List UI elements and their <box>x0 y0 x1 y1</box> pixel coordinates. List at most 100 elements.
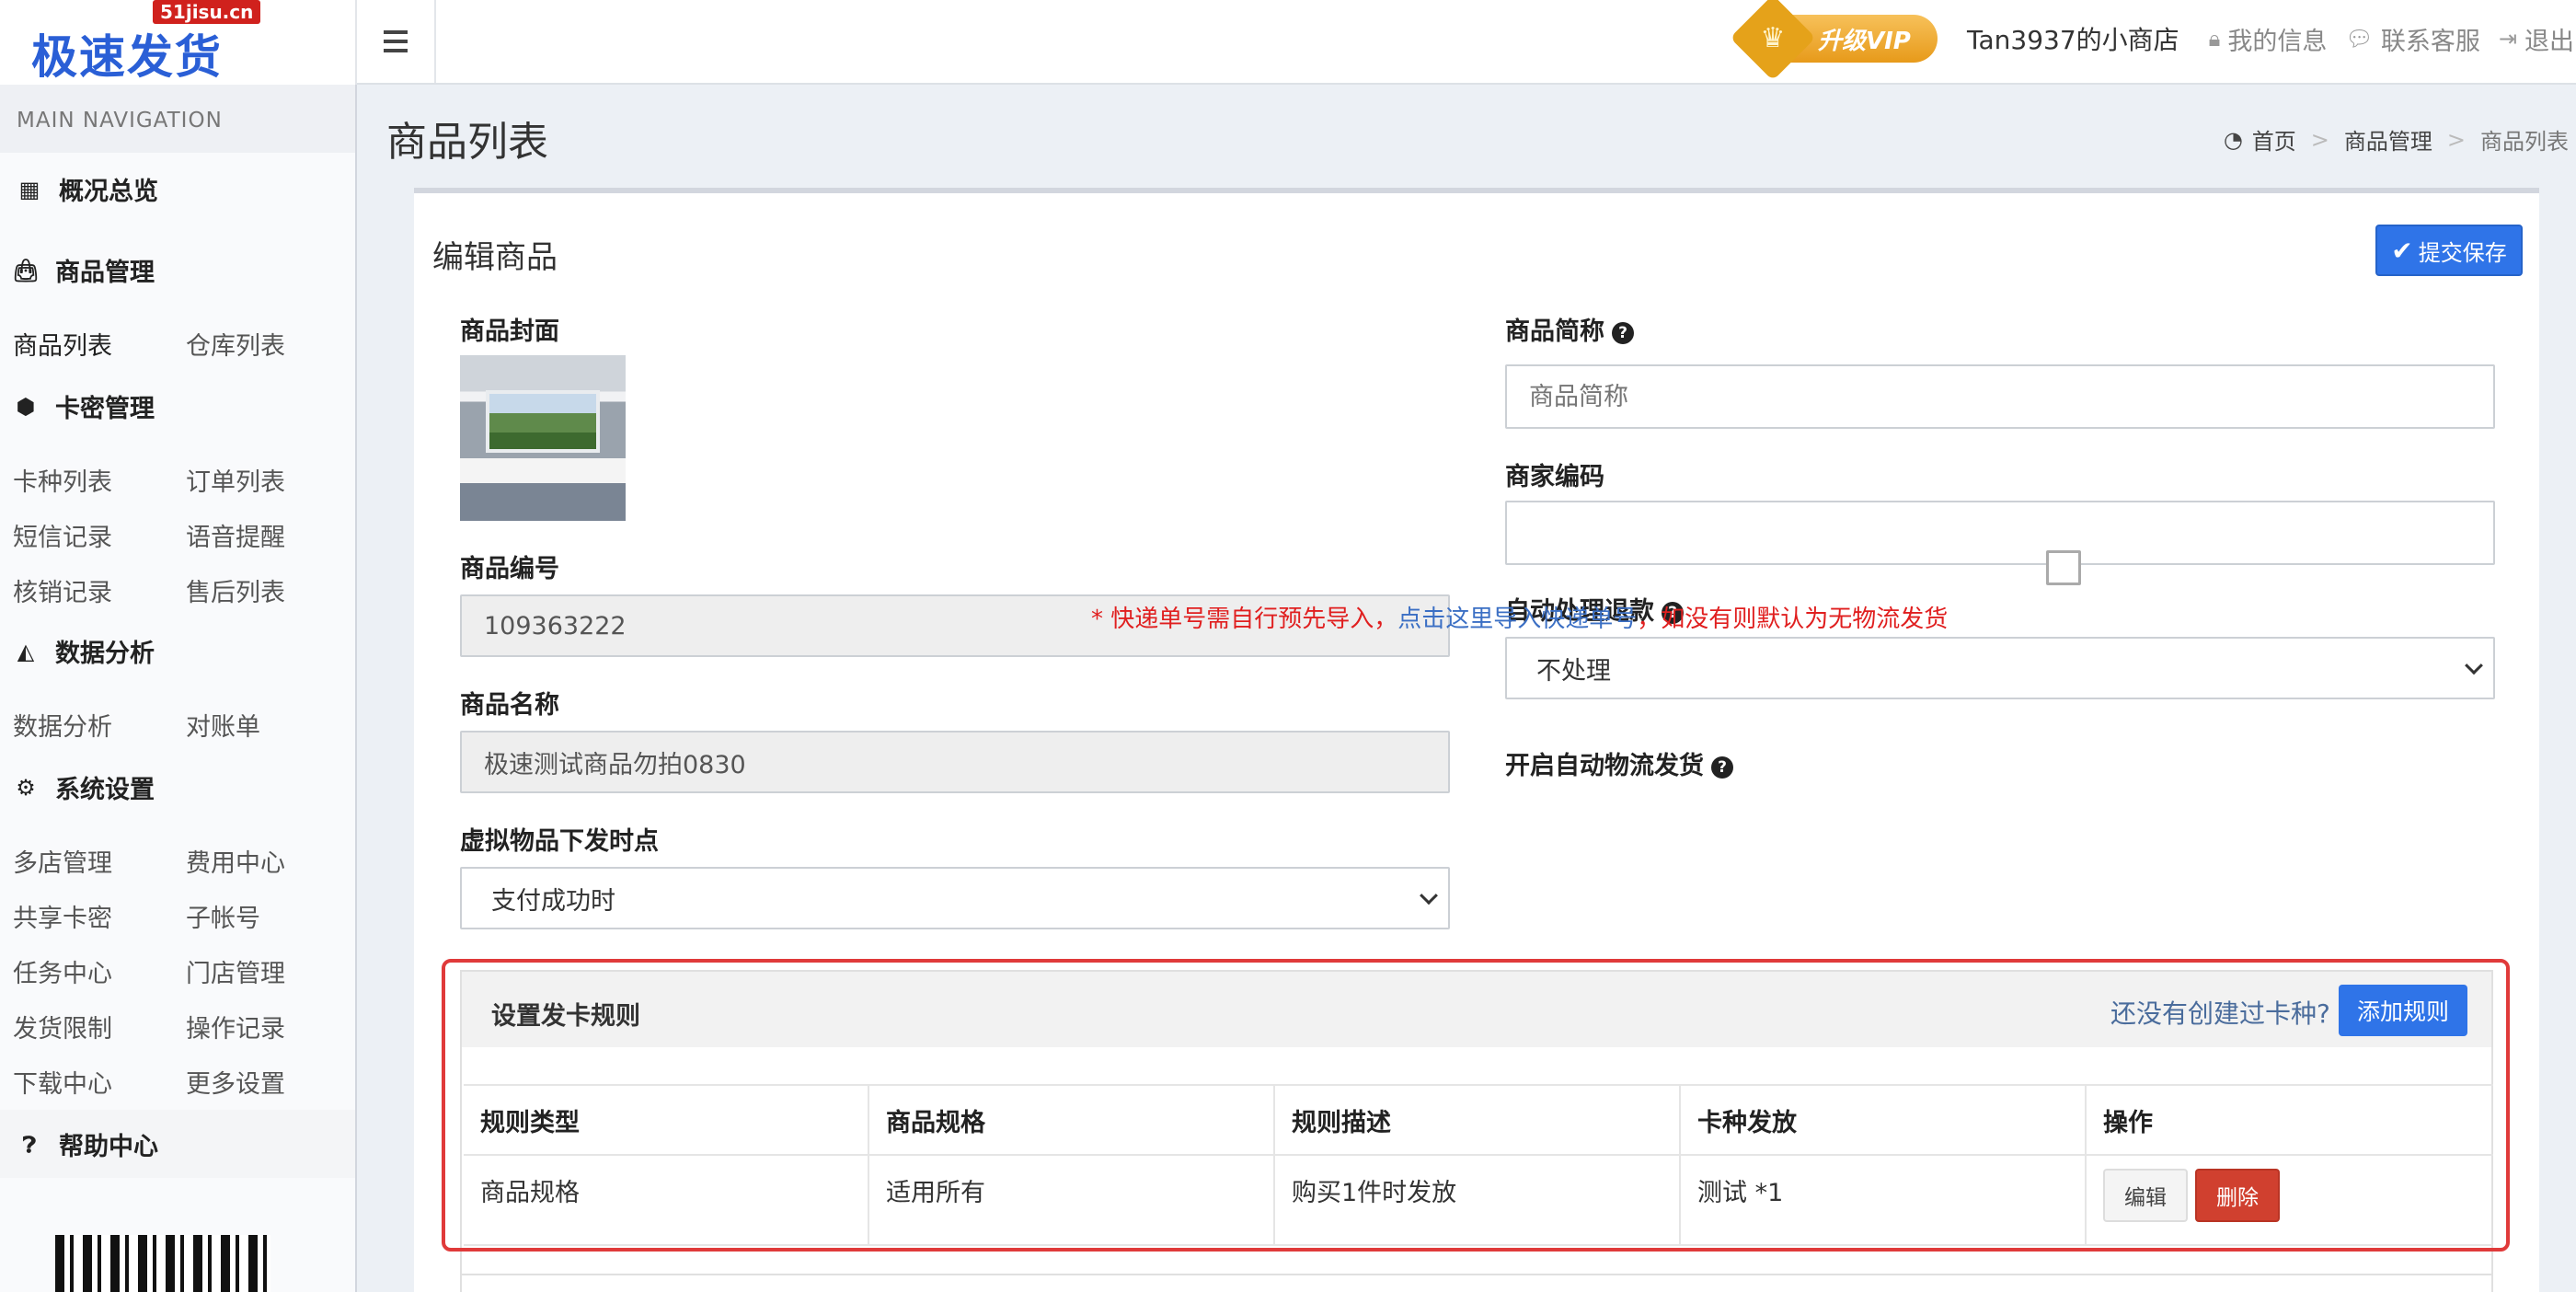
sidebar-item-sub-accounts[interactable]: 子帐号 <box>186 898 260 934</box>
sidebar-section-label: 数据分析 <box>55 640 155 668</box>
question-circle-icon: ❓︎ <box>22 1131 37 1158</box>
ship-note: * 快递单号需自行预先导入，点击这里导入快递单号，如没有则默认为无物流发货 <box>1091 600 1948 634</box>
sidebar-item-downloads[interactable]: 下载中心 <box>13 1064 112 1100</box>
question-icon[interactable]: ? <box>1612 322 1634 344</box>
cubes-icon: ⬢ <box>16 393 36 420</box>
sidebar-item-sms-log[interactable]: 短信记录 <box>13 517 112 553</box>
note-prefix: * 快递单号需自行预先导入， <box>1091 606 1398 633</box>
cover-label: 商品封面 <box>460 317 559 346</box>
my-info-link[interactable]: 🔒︎ 我的信息 <box>2209 21 2328 57</box>
sidebar-section-label: 卡密管理 <box>55 395 155 423</box>
chat-icon: 💬︎ <box>2345 26 2374 52</box>
sidebar-item-voice-alert[interactable]: 语音提醒 <box>186 517 285 553</box>
sidebar-section-label: 商品管理 <box>55 259 155 287</box>
shop-name[interactable]: Tan3937的小商店 <box>1967 20 2179 57</box>
sidebar-item-help[interactable]: ❓︎ 帮助中心 <box>0 1126 158 1162</box>
highlight-annotation-box <box>442 959 2510 1252</box>
import-tracking-link[interactable]: 点击这里导入快递单号 <box>1397 606 1637 633</box>
chevron-down-icon <box>2465 656 2483 675</box>
name-label: 商品名称 <box>460 691 559 720</box>
grid-icon: ▦ <box>18 176 40 202</box>
sidebar-item-billing[interactable]: 费用中心 <box>186 843 285 879</box>
crown-icon: ♛ <box>1730 0 1816 81</box>
sidebar-item-overview[interactable]: ▦ 概况总览 <box>0 171 158 207</box>
sidebar-item-after-sales[interactable]: 售后列表 <box>186 572 285 608</box>
sidebar-item-label: 帮助中心 <box>59 1133 158 1161</box>
shopping-bag-icon: 👜︎ <box>11 257 40 283</box>
sidebar-heading: MAIN NAVIGATION <box>0 85 355 153</box>
auto-ship-text: 开启自动物流发货 <box>1505 752 1704 780</box>
contact-link[interactable]: 💬︎ 联系客服 <box>2345 21 2479 57</box>
sidebar-item-verify-log[interactable]: 核销记录 <box>13 572 112 608</box>
sidebar-item-tasks[interactable]: 任务中心 <box>13 953 112 989</box>
sidebar-item-statements[interactable]: 对账单 <box>186 707 260 743</box>
merchant-code-label: 商家编码 <box>1505 463 1604 491</box>
save-label: 提交保存 <box>2418 239 2507 266</box>
sidebar-item-ship-limits[interactable]: 发货限制 <box>13 1009 112 1044</box>
sidebar-item-label: 概况总览 <box>59 178 158 206</box>
upgrade-vip-button[interactable]: ♛ 升级VIP <box>1730 0 1938 81</box>
sidebar-item-operation-log[interactable]: 操作记录 <box>186 1009 285 1044</box>
note-suffix: ，如没有则默认为无物流发货 <box>1637 606 1949 633</box>
sidebar-section-cards[interactable]: ⬢ 卡密管理 <box>0 388 155 424</box>
brand-badge: 51jisu.cn <box>153 0 261 24</box>
area-chart-icon: ◭ <box>17 638 35 664</box>
send-time-label: 虚拟物品下发时点 <box>460 827 659 856</box>
merchant-code-input[interactable] <box>1505 501 2495 565</box>
breadcrumb: ◔ 首页 > 商品管理 > 商品列表 <box>2224 123 2569 156</box>
logout-label: 退出 <box>2524 27 2574 56</box>
sidebar-item-goods-list[interactable]: 商品列表 <box>13 326 112 362</box>
sidebar-item-shared-cards[interactable]: 共享卡密 <box>13 898 112 934</box>
check-icon: ✔ <box>2391 235 2413 266</box>
sidebar-item-more-settings[interactable]: 更多设置 <box>186 1064 285 1100</box>
chevron-down-icon <box>1420 886 1438 906</box>
save-button[interactable]: ✔ 提交保存 <box>2375 225 2523 276</box>
breadcrumb-goods[interactable]: 商品管理 <box>2344 123 2432 156</box>
brand-logo[interactable]: 极速发货 51jisu.cn <box>0 0 357 85</box>
sidebar-section-goods[interactable]: 👜︎ 商品管理 <box>0 252 155 288</box>
qr-code <box>55 1235 270 1292</box>
goods-name-field[interactable]: 极速测试商品勿拍0830 <box>460 731 1450 793</box>
sidebar-item-warehouse-list[interactable]: 仓库列表 <box>186 326 285 362</box>
top-nav: Tan3937的小商店 🔒︎ 我的信息 💬︎ 联系客服 ⇥ 退出 <box>1967 20 2574 57</box>
sidebar-item-analytics[interactable]: 数据分析 <box>13 707 112 743</box>
breadcrumb-separator: > <box>2446 126 2466 153</box>
auto-ship-label: 开启自动物流发货? <box>1505 745 1733 781</box>
auto-ship-checkbox[interactable] <box>2046 550 2081 585</box>
cover-bed <box>460 458 626 521</box>
cover-window <box>486 390 600 453</box>
logout-icon: ⇥ <box>2498 26 2517 52</box>
sidebar: MAIN NAVIGATION ▦ 概况总览 👜︎ 商品管理 商品列表 仓库列表 ⬢… <box>0 85 357 1292</box>
question-icon[interactable]: ? <box>1711 756 1733 779</box>
short-name-input[interactable] <box>1505 364 2495 429</box>
page-title: 商品列表 <box>386 119 548 166</box>
brand-name: 极速发货 <box>31 30 223 84</box>
sidebar-item-stores[interactable]: 门店管理 <box>186 953 285 989</box>
menu-icon <box>384 30 408 52</box>
breadcrumb-separator: > <box>2310 126 2329 153</box>
short-name-label: 商品简称? <box>1505 311 1634 347</box>
sidebar-item-card-types[interactable]: 卡种列表 <box>13 462 112 498</box>
contact-label: 联系客服 <box>2380 27 2480 56</box>
send-time-select[interactable]: 支付成功时 <box>460 867 1450 929</box>
sidebar-section-settings[interactable]: ⚙ 系统设置 <box>0 769 155 805</box>
code-label: 商品编号 <box>460 555 559 583</box>
refund-select[interactable]: 不处理 <box>1505 637 2495 699</box>
panel-bottom-edge <box>460 1275 2493 1292</box>
top-bar: 极速发货 51jisu.cn ♛ 升级VIP Tan3937的小商店 🔒︎ 我的信… <box>0 0 2576 85</box>
refund-value: 不处理 <box>1536 656 1611 686</box>
vip-label: 升级VIP <box>1818 27 1911 55</box>
dashboard-icon: ◔ <box>2223 126 2243 153</box>
sidebar-item-orders[interactable]: 订单列表 <box>186 462 285 498</box>
sidebar-item-multi-shop[interactable]: 多店管理 <box>13 843 112 879</box>
sidebar-toggle-button[interactable] <box>357 0 436 83</box>
cover-image[interactable] <box>460 355 626 521</box>
gears-icon: ⚙ <box>16 774 36 801</box>
short-name-text: 商品简称 <box>1505 317 1604 346</box>
sidebar-section-analytics[interactable]: ◭ 数据分析 <box>0 633 155 669</box>
breadcrumb-home[interactable]: 首页 <box>2252 123 2296 156</box>
logout-link[interactable]: ⇥ 退出 <box>2499 21 2574 57</box>
box-title: 编辑商品 <box>432 239 558 276</box>
send-time-value: 支付成功时 <box>491 886 615 916</box>
lock-icon: 🔒︎ <box>2208 26 2221 52</box>
